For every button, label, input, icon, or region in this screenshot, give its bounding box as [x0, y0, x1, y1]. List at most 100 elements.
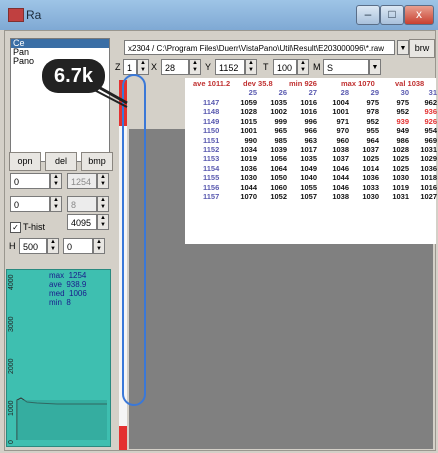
- title-bar[interactable]: Ra – □ x: [0, 0, 438, 30]
- path-field[interactable]: x2304 / C:\Program Files\Duerr\VistaPano…: [124, 40, 395, 55]
- table-cell[interactable]: 1035: [263, 98, 287, 107]
- table-cell[interactable]: 985: [263, 136, 287, 145]
- table-cell[interactable]: 963: [293, 136, 317, 145]
- table-cell[interactable]: 1025: [355, 154, 379, 163]
- thist-field[interactable]: 4095: [67, 214, 97, 230]
- table-cell[interactable]: 1033: [355, 183, 379, 192]
- delete-button[interactable]: del: [45, 152, 77, 171]
- table-cell[interactable]: 1004: [325, 98, 349, 107]
- table-cell[interactable]: 1036: [413, 164, 437, 173]
- table-cell[interactable]: 1030: [385, 173, 409, 182]
- table-cell[interactable]: 1025: [385, 164, 409, 173]
- table-cell[interactable]: 1016: [293, 107, 317, 116]
- table-cell[interactable]: 1046: [325, 164, 349, 173]
- bmp-button[interactable]: bmp: [81, 152, 113, 171]
- table-cell[interactable]: 1028: [233, 107, 257, 116]
- table-cell[interactable]: 1057: [293, 192, 317, 201]
- table-cell[interactable]: 1059: [233, 98, 257, 107]
- table-cell[interactable]: 1052: [263, 192, 287, 201]
- table-cell[interactable]: 1027: [413, 192, 437, 201]
- list-item[interactable]: Pan: [11, 48, 109, 57]
- table-cell[interactable]: 962: [413, 98, 437, 107]
- table-cell[interactable]: 952: [385, 107, 409, 116]
- table-cell[interactable]: 1070: [233, 192, 257, 201]
- table-cell[interactable]: 1060: [263, 183, 287, 192]
- field-a-spinner[interactable]: ▲ ▼: [50, 173, 62, 189]
- maximize-button[interactable]: □: [380, 5, 404, 25]
- table-cell[interactable]: 960: [325, 136, 349, 145]
- table-cell[interactable]: 954: [413, 126, 437, 135]
- table-cell[interactable]: 1036: [355, 173, 379, 182]
- table-cell[interactable]: 971: [325, 117, 349, 126]
- table-cell[interactable]: 926: [413, 117, 437, 126]
- table-cell[interactable]: 990: [233, 136, 257, 145]
- open-button[interactable]: opn: [9, 152, 41, 171]
- list-item[interactable]: Ce: [11, 39, 109, 48]
- table-cell[interactable]: 975: [355, 98, 379, 107]
- minimize-button[interactable]: –: [356, 5, 380, 25]
- close-button[interactable]: x: [404, 5, 434, 25]
- table-cell[interactable]: 1017: [293, 145, 317, 154]
- table-cell[interactable]: 1016: [413, 183, 437, 192]
- table-cell[interactable]: 1040: [293, 173, 317, 182]
- table-cell[interactable]: 996: [293, 117, 317, 126]
- table-cell[interactable]: 936: [413, 107, 437, 116]
- table-cell[interactable]: 949: [385, 126, 409, 135]
- table-cell[interactable]: 1016: [293, 98, 317, 107]
- table-cell[interactable]: 978: [355, 107, 379, 116]
- thist-spinner[interactable]: ▲ ▼: [97, 214, 109, 230]
- y-spinner[interactable]: ▲ ▼: [245, 59, 257, 75]
- z-spinner[interactable]: ▲ ▼: [137, 59, 149, 75]
- path-dropdown-button[interactable]: ▼: [397, 40, 409, 55]
- table-cell[interactable]: 1015: [233, 117, 257, 126]
- t-spinner[interactable]: ▲ ▼: [297, 59, 309, 75]
- table-cell[interactable]: 1049: [293, 164, 317, 173]
- table-cell[interactable]: 1038: [325, 145, 349, 154]
- table-cell[interactable]: 1002: [263, 107, 287, 116]
- table-cell[interactable]: 952: [355, 117, 379, 126]
- table-cell[interactable]: 1055: [293, 183, 317, 192]
- table-cell[interactable]: 1001: [233, 126, 257, 135]
- x-spinner[interactable]: ▲ ▼: [189, 59, 201, 75]
- m-dropdown-button[interactable]: ▼: [369, 59, 381, 75]
- table-cell[interactable]: 1030: [355, 192, 379, 201]
- field-c-spinner[interactable]: ▲ ▼: [50, 196, 62, 212]
- table-cell[interactable]: 964: [355, 136, 379, 145]
- table-cell[interactable]: 1035: [293, 154, 317, 163]
- table-cell[interactable]: 1050: [263, 173, 287, 182]
- table-cell[interactable]: 1037: [325, 154, 349, 163]
- table-cell[interactable]: 1031: [385, 192, 409, 201]
- table-cell[interactable]: 1037: [355, 145, 379, 154]
- table-cell[interactable]: 1044: [233, 183, 257, 192]
- field-c[interactable]: 0: [10, 196, 50, 212]
- table-cell[interactable]: 1056: [263, 154, 287, 163]
- table-cell[interactable]: 1001: [325, 107, 349, 116]
- field-a[interactable]: 0: [10, 173, 50, 189]
- h-offset-field[interactable]: 0: [63, 238, 93, 254]
- y-field[interactable]: 1152: [215, 59, 245, 75]
- table-cell[interactable]: 986: [385, 136, 409, 145]
- m-select[interactable]: S: [323, 59, 369, 75]
- table-cell[interactable]: 939: [385, 117, 409, 126]
- table-cell[interactable]: 969: [413, 136, 437, 145]
- table-cell[interactable]: 1014: [355, 164, 379, 173]
- table-cell[interactable]: 1025: [385, 154, 409, 163]
- table-cell[interactable]: 1046: [325, 183, 349, 192]
- table-cell[interactable]: 1028: [385, 145, 409, 154]
- table-cell[interactable]: 966: [293, 126, 317, 135]
- table-cell[interactable]: 1031: [413, 145, 437, 154]
- table-cell[interactable]: 965: [263, 126, 287, 135]
- table-cell[interactable]: 1019: [233, 154, 257, 163]
- table-cell[interactable]: 1019: [385, 183, 409, 192]
- table-cell[interactable]: 1039: [263, 145, 287, 154]
- browse-button[interactable]: brw: [409, 39, 435, 58]
- table-cell[interactable]: 1034: [233, 145, 257, 154]
- table-cell[interactable]: 1029: [413, 154, 437, 163]
- t-field[interactable]: 100: [273, 59, 297, 75]
- table-cell[interactable]: 970: [325, 126, 349, 135]
- table-cell[interactable]: 1038: [325, 192, 349, 201]
- table-cell[interactable]: 1018: [413, 173, 437, 182]
- table-cell[interactable]: 1030: [233, 173, 257, 182]
- table-cell[interactable]: 1036: [233, 164, 257, 173]
- x-field[interactable]: 28: [161, 59, 189, 75]
